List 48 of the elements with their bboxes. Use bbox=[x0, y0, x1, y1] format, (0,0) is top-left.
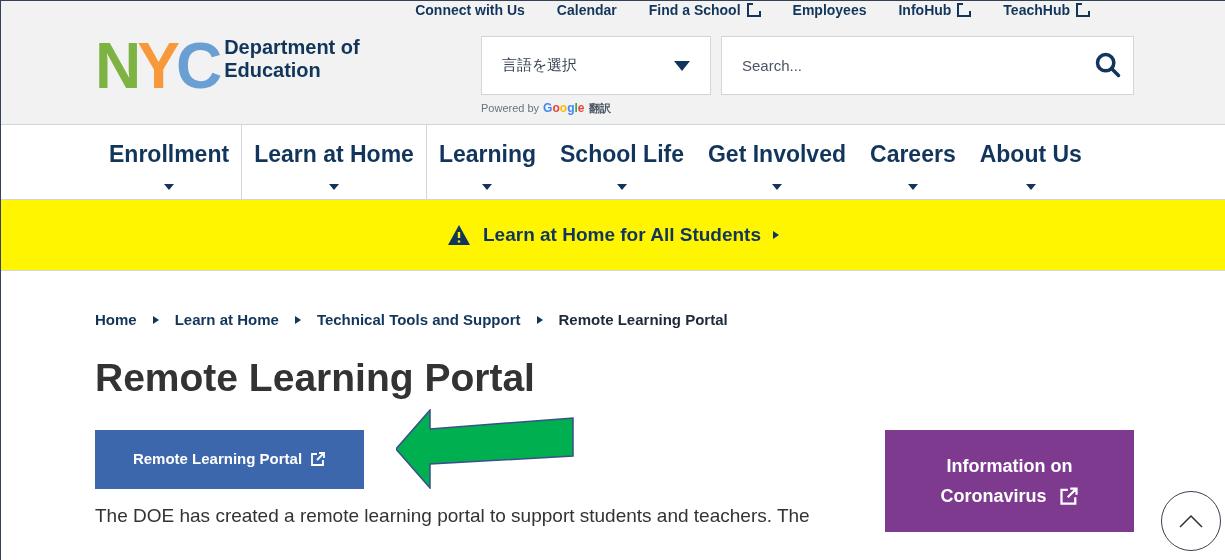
utility-link[interactable]: Employees bbox=[792, 3, 867, 17]
powered-by-text: Powered by bbox=[481, 100, 540, 116]
portal-button[interactable]: Remote Learning Portal bbox=[95, 429, 364, 489]
triangle-right-icon bbox=[536, 316, 543, 325]
coronavirus-info-button[interactable]: Information on Coronavirus bbox=[885, 429, 1134, 532]
nav-item[interactable]: Learning bbox=[426, 125, 548, 199]
triangle-right-icon bbox=[773, 231, 779, 239]
google-logo: Google bbox=[543, 100, 585, 117]
triangle-right-icon bbox=[152, 316, 159, 325]
caret-icon bbox=[482, 183, 493, 190]
chevron-up-icon bbox=[1179, 514, 1203, 528]
caret-icon bbox=[907, 183, 918, 190]
caret-icon bbox=[772, 183, 782, 190]
translate-text: 翻訳 bbox=[588, 100, 611, 116]
breadcrumb-link[interactable]: Learn at Home bbox=[174, 309, 279, 332]
breadcrumb-link[interactable]: Home bbox=[95, 309, 137, 332]
scroll-to-top-button[interactable] bbox=[1161, 491, 1221, 551]
caret-icon bbox=[164, 183, 175, 190]
utility-link[interactable]: Calendar bbox=[556, 3, 617, 17]
external-link-icon bbox=[746, 3, 761, 17]
external-link-icon bbox=[957, 3, 972, 17]
search-icon[interactable] bbox=[1094, 51, 1122, 79]
caret-icon bbox=[617, 183, 627, 190]
breadcrumb-link[interactable]: Remote Learning Portal bbox=[558, 309, 728, 332]
nav-item[interactable]: Get Involved bbox=[695, 125, 858, 199]
nav-item[interactable]: Careers bbox=[858, 125, 968, 199]
department-name: Education bbox=[224, 59, 322, 82]
nav-item[interactable]: School Life bbox=[548, 125, 696, 199]
warning-icon bbox=[447, 223, 471, 247]
utility-link[interactable]: TeachHub bbox=[1003, 3, 1090, 17]
alert-link[interactable]: Learn at Home for All Students bbox=[483, 220, 761, 250]
department-name: Department of bbox=[224, 36, 360, 59]
intro-paragraph: The DOE has created a remote learning portal to support students and teachers. The bbox=[95, 503, 810, 528]
utility-link[interactable]: Find a School bbox=[648, 3, 761, 17]
external-link-icon bbox=[310, 451, 327, 467]
external-link-icon bbox=[1058, 485, 1079, 506]
caret-icon bbox=[329, 183, 339, 190]
external-link-icon bbox=[1076, 3, 1090, 17]
caret-icon bbox=[1025, 183, 1036, 190]
utility-link[interactable]: Connect with Us bbox=[415, 3, 525, 17]
nav-item[interactable]: About Us bbox=[967, 125, 1094, 199]
language-select[interactable]: 言語を選択 bbox=[481, 36, 711, 95]
triangle-right-icon bbox=[294, 316, 301, 325]
breadcrumb-link[interactable]: Technical Tools and Support bbox=[316, 309, 521, 332]
page-title: Remote Learning Portal bbox=[95, 354, 536, 401]
utility-link[interactable]: InfoHub bbox=[898, 3, 972, 17]
caret-icon bbox=[674, 60, 690, 71]
search-field[interactable]: Search... bbox=[721, 36, 1134, 95]
